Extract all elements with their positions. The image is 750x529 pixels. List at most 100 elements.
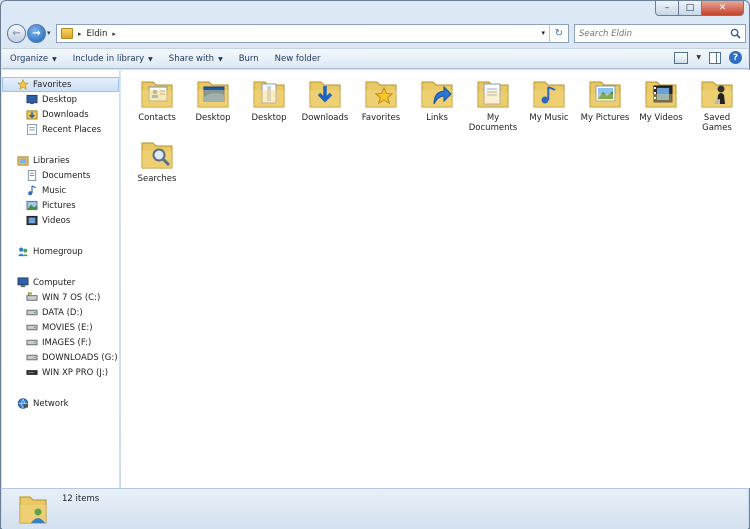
- address-history-dropdown[interactable]: ▾: [541, 29, 545, 37]
- forward-button[interactable]: →: [27, 24, 46, 43]
- sidebar-item-network[interactable]: Network: [2, 396, 119, 411]
- item-count: 12 items: [62, 494, 100, 504]
- recent-pages-dropdown[interactable]: ▾: [47, 29, 51, 37]
- file-item[interactable]: Saved Games: [689, 76, 745, 133]
- file-label: My Videos: [639, 113, 683, 123]
- file-label: Downloads: [301, 113, 349, 123]
- sidebar-item-drive-d[interactable]: DATA (D:): [2, 305, 119, 320]
- file-label: Searches: [137, 174, 177, 184]
- sidebar-item-label: WIN 7 OS (C:): [42, 292, 101, 303]
- navigation-bar: ← → ▾ ▸ Eldin ▸ ▾ ↻: [1, 20, 749, 48]
- sidebar-item-recent-places[interactable]: Recent Places: [2, 122, 119, 137]
- navigation-pane: Favorites Desktop Downloads Recent Place…: [2, 70, 120, 488]
- sidebar-item-favorites[interactable]: Favorites: [2, 77, 119, 92]
- file-item[interactable]: My Videos: [633, 76, 689, 123]
- file-item[interactable]: Desktop: [241, 76, 297, 123]
- sidebar-item-label: Videos: [42, 215, 71, 226]
- preview-pane-icon[interactable]: [709, 51, 721, 64]
- videos-folder-icon: [645, 81, 677, 108]
- search-icon[interactable]: [730, 28, 741, 39]
- sidebar-item-pictures[interactable]: Pictures: [2, 198, 119, 213]
- share-with-label: Share with: [168, 53, 215, 64]
- toolbar-right: ▼ ?: [674, 51, 742, 64]
- downloads-folder-icon: [309, 81, 341, 108]
- libraries-icon: [17, 156, 29, 166]
- sidebar-item-drive-c[interactable]: WIN 7 OS (C:): [2, 290, 119, 305]
- sidebar-item-label: DOWNLOADS (G:): [42, 352, 118, 363]
- sidebar-item-drive-f[interactable]: IMAGES (F:): [2, 335, 119, 350]
- hard-drive-icon: [26, 354, 38, 361]
- desktop-folder-icon: [197, 81, 229, 108]
- sidebar-item-videos[interactable]: Videos: [2, 213, 119, 228]
- windows-drive-icon: [26, 292, 38, 301]
- file-label: My Music: [529, 113, 569, 123]
- file-item[interactable]: My Documents: [465, 76, 521, 133]
- file-item[interactable]: Contacts: [129, 76, 185, 123]
- homegroup-icon: [17, 247, 29, 257]
- back-button[interactable]: ←: [7, 24, 26, 43]
- saved-games-folder-icon: [701, 81, 733, 108]
- file-label: Desktop: [251, 113, 287, 123]
- sidebar-item-computer[interactable]: Computer: [2, 275, 119, 290]
- sidebar-item-label: Homegroup: [33, 246, 83, 257]
- videos-icon: [26, 215, 38, 226]
- sidebar-item-drive-g[interactable]: DOWNLOADS (G:): [2, 350, 119, 365]
- desktop-shortcut-folder-icon: [253, 81, 285, 108]
- organize-menu[interactable]: Organize ▼: [2, 54, 65, 64]
- close-button[interactable]: ✕: [702, 1, 744, 16]
- sidebar-item-label: Documents: [42, 170, 91, 181]
- sidebar-item-label: Pictures: [42, 200, 76, 211]
- file-item[interactable]: Desktop: [185, 76, 241, 123]
- view-options-dropdown[interactable]: ▼: [696, 54, 701, 61]
- downloads-icon: [26, 110, 38, 120]
- maximize-button[interactable]: □: [679, 1, 702, 16]
- address-bar[interactable]: ▸ Eldin ▸ ▾ ↻: [56, 24, 569, 43]
- breadcrumb-arrow-icon[interactable]: ▸: [112, 30, 116, 38]
- search-input[interactable]: [579, 28, 729, 39]
- breadcrumb-arrow-icon[interactable]: ▸: [78, 30, 82, 38]
- links-folder-icon: [421, 81, 453, 108]
- optical-drive-icon: [26, 370, 38, 375]
- sidebar-item-label: MOVIES (E:): [42, 322, 93, 333]
- file-item[interactable]: Favorites: [353, 76, 409, 123]
- search-box[interactable]: [574, 24, 746, 43]
- chevron-down-icon: ▼: [218, 55, 223, 63]
- sidebar-item-desktop[interactable]: Desktop: [2, 92, 119, 107]
- file-label: My Pictures: [580, 113, 630, 123]
- sidebar-item-label: IMAGES (F:): [42, 337, 92, 348]
- recent-places-icon: [26, 124, 38, 135]
- sidebar-item-homegroup[interactable]: Homegroup: [2, 244, 119, 259]
- burn-button[interactable]: Burn: [231, 54, 267, 64]
- searches-folder-icon: [141, 142, 173, 169]
- desktop-icon: [26, 94, 38, 105]
- sidebar-item-label: WIN XP PRO (J:): [42, 367, 109, 378]
- file-item[interactable]: Searches: [129, 137, 185, 184]
- refresh-button[interactable]: ↻: [549, 25, 568, 42]
- include-in-library-label: Include in library: [72, 53, 145, 64]
- share-with-menu[interactable]: Share with ▼: [161, 54, 231, 64]
- file-label: Desktop: [195, 113, 231, 123]
- file-item[interactable]: My Music: [521, 76, 577, 123]
- sidebar-item-libraries[interactable]: Libraries: [2, 153, 119, 168]
- file-item[interactable]: Downloads: [297, 76, 353, 123]
- new-folder-button[interactable]: New folder: [267, 54, 329, 64]
- file-item[interactable]: Links: [409, 76, 465, 123]
- caption-buttons: – □ ✕: [655, 1, 744, 16]
- file-label: My Documents: [468, 113, 518, 133]
- sidebar-item-documents[interactable]: Documents: [2, 168, 119, 183]
- sidebar-item-music[interactable]: Music: [2, 183, 119, 198]
- change-view-icon[interactable]: [674, 51, 689, 64]
- include-in-library-menu[interactable]: Include in library ▼: [65, 54, 161, 64]
- file-label: Saved Games: [702, 113, 732, 133]
- star-icon: [17, 79, 29, 90]
- sidebar-item-drive-j[interactable]: WIN XP PRO (J:): [2, 365, 119, 380]
- breadcrumb-current[interactable]: Eldin: [87, 29, 108, 39]
- help-button[interactable]: ?: [729, 51, 742, 64]
- documents-folder-icon: [477, 81, 509, 108]
- file-item[interactable]: My Pictures: [577, 76, 633, 123]
- sidebar-item-drive-e[interactable]: MOVIES (E:): [2, 320, 119, 335]
- sidebar-item-downloads[interactable]: Downloads: [2, 107, 119, 122]
- hard-drive-icon: [26, 324, 38, 331]
- contacts-folder-icon: [141, 81, 173, 108]
- minimize-button[interactable]: –: [655, 1, 679, 16]
